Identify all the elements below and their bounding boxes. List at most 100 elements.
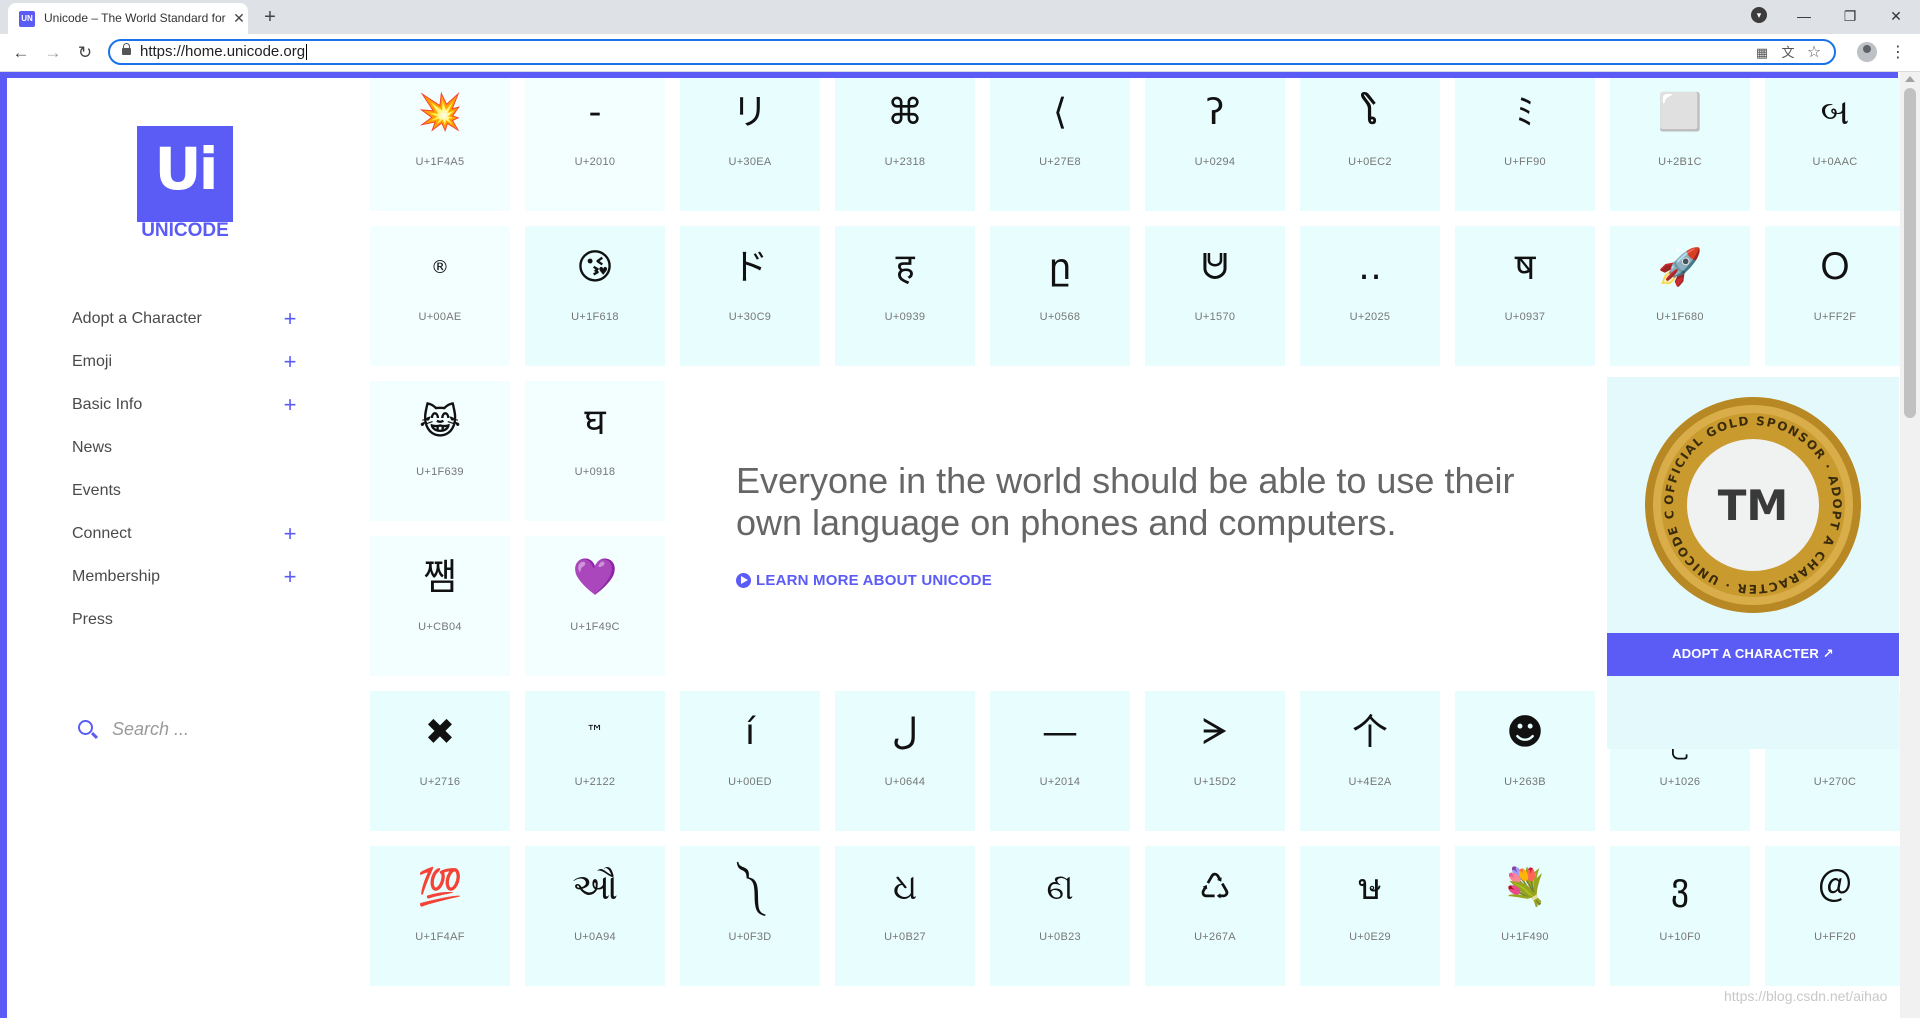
expand-plus-icon[interactable]: + <box>280 392 300 418</box>
sidebar-item-label: Basic Info <box>72 396 143 413</box>
char-tile[interactable]: ଧ U+0B27 <box>835 846 975 986</box>
char-tile[interactable]: ل U+0644 <box>835 691 975 831</box>
sidebar-item-label: Membership <box>72 568 161 585</box>
char-tile[interactable]: Ｏ U+FF2F <box>1765 226 1905 366</box>
expand-plus-icon[interactable]: + <box>280 564 300 590</box>
char-tile[interactable]: घ U+0918 <box>525 381 665 521</box>
back-arrow-icon[interactable]: ← <box>8 40 34 66</box>
tab-title: Unicode – The World Standard for Text an… <box>44 11 226 25</box>
qr-code-icon[interactable]: ▦ <box>1752 43 1772 63</box>
expand-plus-icon[interactable]: + <box>280 349 300 375</box>
vertical-scrollbar[interactable] <box>1900 72 1920 1018</box>
char-code: U+263B <box>1504 776 1546 788</box>
char-tile[interactable]: ＠ U+FF20 <box>1765 846 1905 986</box>
sidebar-item-label: Events <box>72 482 121 499</box>
minimize-icon[interactable]: — <box>1790 4 1818 28</box>
char-tile[interactable]: ໂ U+0EC2 <box>1300 78 1440 211</box>
char-tile[interactable]: ष U+0937 <box>1455 226 1595 366</box>
char-tile[interactable]: ‥ U+2025 <box>1300 226 1440 366</box>
char-tile[interactable]: 💥 U+1F4A5 <box>370 78 510 211</box>
url-text[interactable]: https://home.unicode.org <box>140 43 308 61</box>
search-input[interactable] <box>110 716 294 742</box>
char-code: U+0E29 <box>1349 931 1391 943</box>
char-code: U+27E8 <box>1039 156 1081 168</box>
char-tile[interactable]: リ U+30EA <box>680 78 820 211</box>
unicode-logo[interactable]: Ui <box>137 126 233 222</box>
char-tile[interactable]: ♺ U+267A <box>1145 846 1285 986</box>
char-tile[interactable]: 쨈 U+CB04 <box>370 536 510 676</box>
char-code: U+0568 <box>1039 311 1081 323</box>
char-tile[interactable]: í U+00ED <box>680 691 820 831</box>
sidebar-item-events[interactable]: Events <box>72 480 302 504</box>
gold-sponsor-card[interactable]: OFFICIAL GOLD SPONSOR · ADOPT A CHARACTE… <box>1607 377 1899 749</box>
char-tile[interactable]: ⟨ U+27E8 <box>990 78 1130 211</box>
char-glyph: ह <box>895 247 915 288</box>
bookmark-star-icon[interactable]: ☆ <box>1804 43 1824 63</box>
char-tile[interactable]: 🚀 U+1F680 <box>1610 226 1750 366</box>
char-tile[interactable]: ઔ U+0A94 <box>525 846 665 986</box>
char-tile[interactable]: 💐 U+1F490 <box>1455 846 1595 986</box>
char-tile[interactable]: ⬜ U+2B1C <box>1610 78 1750 211</box>
forward-arrow-icon[interactable]: → <box>40 40 66 66</box>
char-tile[interactable]: ༽ U+0F3D <box>680 846 820 986</box>
char-tile[interactable]: બ U+0AAC <box>1765 78 1905 211</box>
char-tile[interactable]: ᗒ U+15D2 <box>1145 691 1285 831</box>
expand-plus-icon[interactable]: + <box>280 521 300 547</box>
sidebar-item-news[interactable]: News <box>72 437 302 461</box>
restore-icon[interactable]: ❐ <box>1836 4 1864 28</box>
char-tile[interactable]: ը U+0568 <box>990 226 1130 366</box>
char-glyph: ‐ <box>588 92 602 133</box>
window-close-icon[interactable]: ✕ <box>1882 4 1910 28</box>
profile-icon[interactable] <box>1857 42 1877 62</box>
adopt-a-character-button[interactable]: ADOPT A CHARACTER ↗ <box>1607 633 1899 676</box>
tab-search-icon[interactable]: ▾ <box>1751 7 1767 23</box>
char-tile[interactable]: 个 U+4E2A <box>1300 691 1440 831</box>
char-code: U+1F4AF <box>415 931 465 943</box>
char-tile[interactable]: ﾐ U+FF90 <box>1455 78 1595 211</box>
sidebar-item-emoji[interactable]: Emoji + <box>72 349 302 375</box>
char-glyph: ☻ <box>1506 712 1544 753</box>
scroll-up-arrow-icon[interactable] <box>1905 76 1915 82</box>
char-tile[interactable]: ド U+30C9 <box>680 226 820 366</box>
scrollbar-thumb[interactable] <box>1904 88 1916 418</box>
address-bar[interactable]: https://home.unicode.org ▦ 文 ☆ <box>108 39 1836 65</box>
sidebar-item-press[interactable]: Press <box>72 609 302 633</box>
reload-icon[interactable]: ↻ <box>72 40 98 66</box>
char-glyph: ⬜ <box>1657 92 1703 133</box>
char-tile[interactable]: 😹 U+1F639 <box>370 381 510 521</box>
char-tile[interactable]: ☻ U+263B <box>1455 691 1595 831</box>
char-glyph: ⟨ <box>1052 92 1068 133</box>
lock-icon[interactable] <box>122 43 131 55</box>
char-tile[interactable]: ✖ U+2716 <box>370 691 510 831</box>
char-code: U+0B23 <box>1039 931 1081 943</box>
logo-wordmark[interactable]: UNICODE <box>128 220 242 242</box>
char-tile[interactable]: ვ U+10F0 <box>1610 846 1750 986</box>
char-tile[interactable]: 💜 U+1F49C <box>525 536 665 676</box>
search-icon[interactable] <box>78 720 93 735</box>
char-tile[interactable]: ‐ U+2010 <box>525 78 665 211</box>
char-tile[interactable]: ™ U+2122 <box>525 691 665 831</box>
char-tile[interactable]: 💯 U+1F4AF <box>370 846 510 986</box>
sidebar-item-basic-info[interactable]: Basic Info + <box>72 392 302 418</box>
char-code: U+0644 <box>884 776 926 788</box>
new-tab-button[interactable]: + <box>257 4 283 30</box>
char-tile[interactable]: ® U+00AE <box>370 226 510 366</box>
translate-icon[interactable]: 文 <box>1778 43 1798 63</box>
char-tile[interactable]: ⌘ U+2318 <box>835 78 975 211</box>
search-box[interactable] <box>74 714 314 744</box>
more-menu-icon[interactable]: ⋮ <box>1890 40 1906 66</box>
sidebar-item-membership[interactable]: Membership + <box>72 564 302 590</box>
char-tile[interactable]: 😘 U+1F618 <box>525 226 665 366</box>
char-tile[interactable]: ษ U+0E29 <box>1300 846 1440 986</box>
sidebar-item-adopt-a-character[interactable]: Adopt a Character + <box>72 306 302 332</box>
tab-strip: UN Unicode – The World Standard for Text… <box>0 0 1920 34</box>
tab-close-icon[interactable]: ✕ <box>230 9 248 27</box>
browser-tab[interactable]: UN Unicode – The World Standard for Text… <box>8 3 248 34</box>
char-tile[interactable]: ᕰ U+1570 <box>1145 226 1285 366</box>
char-tile[interactable]: ह U+0939 <box>835 226 975 366</box>
char-tile[interactable]: ʔ U+0294 <box>1145 78 1285 211</box>
expand-plus-icon[interactable]: + <box>280 306 300 332</box>
sidebar-item-connect[interactable]: Connect + <box>72 521 302 547</box>
char-tile[interactable]: — U+2014 <box>990 691 1130 831</box>
char-tile[interactable]: ଣ U+0B23 <box>990 846 1130 986</box>
